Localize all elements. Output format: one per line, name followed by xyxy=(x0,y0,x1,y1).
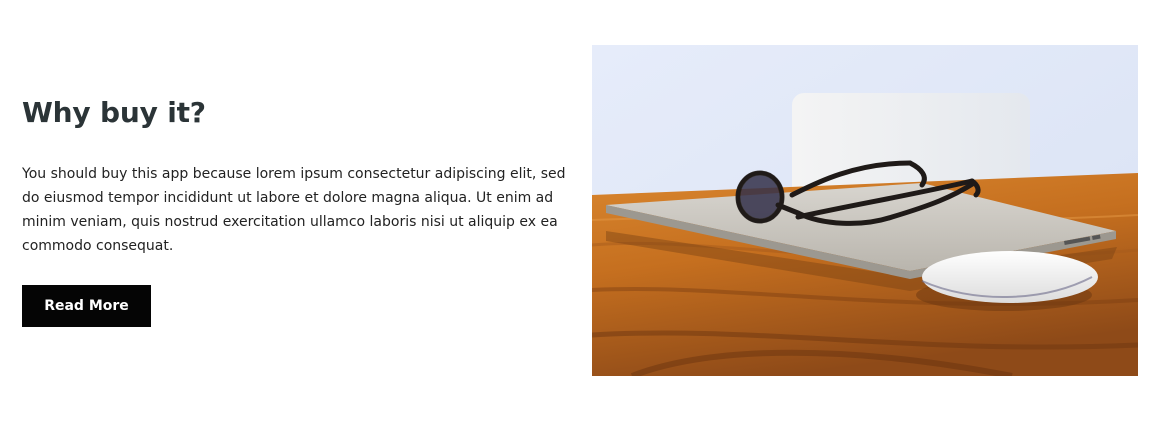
laptop-desk-photo xyxy=(592,45,1138,376)
read-more-button[interactable]: Read More xyxy=(22,285,151,327)
section-description: You should buy this app because lorem ip… xyxy=(22,166,566,254)
feature-text-block: Why buy it? You should buy this app beca… xyxy=(22,94,578,258)
section-heading: Why buy it? xyxy=(22,96,206,129)
